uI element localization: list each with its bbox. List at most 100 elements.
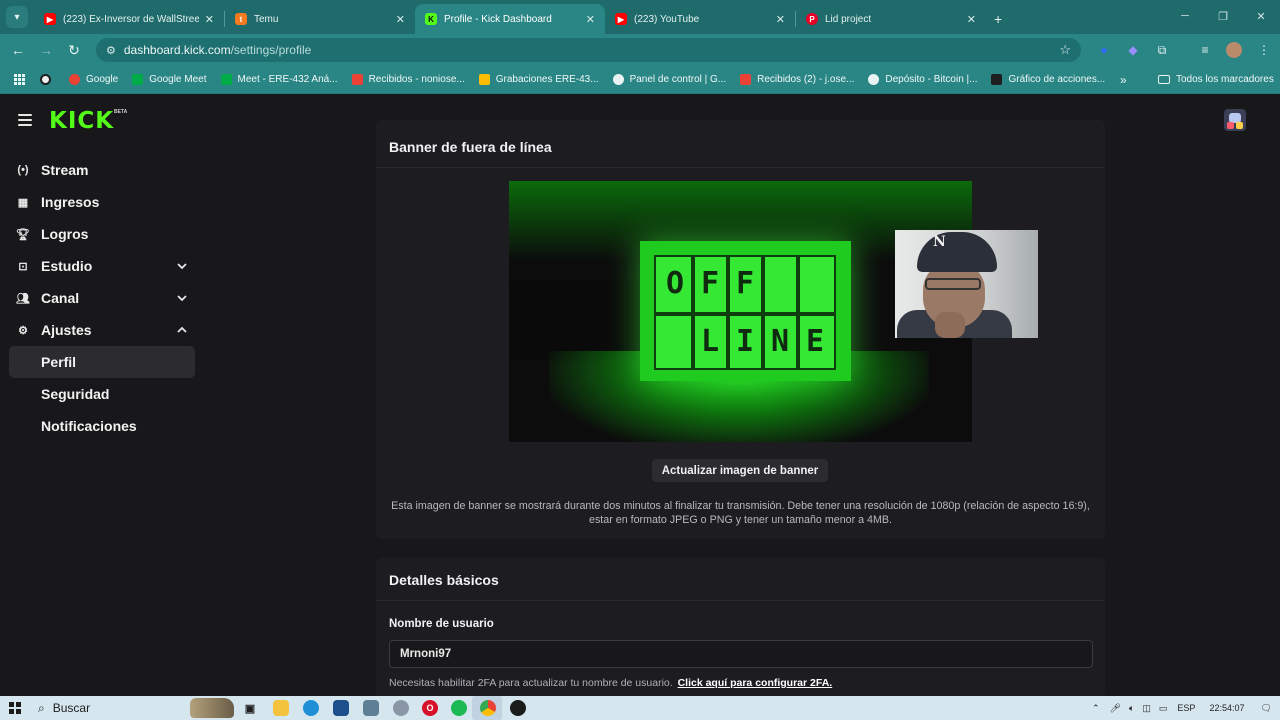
cap-logo: N: [933, 234, 946, 250]
bookmark-item[interactable]: Google Meet: [132, 74, 207, 85]
edge-icon[interactable]: [303, 700, 319, 716]
tray-expand-icon[interactable]: ⌃: [1092, 703, 1100, 714]
reload-icon[interactable]: ↻: [60, 36, 88, 64]
browser-tab[interactable]: P Lid project ✕: [796, 4, 986, 34]
configure-2fa-link[interactable]: Click aquí para configurar 2FA.: [678, 677, 833, 689]
media-control-icon[interactable]: ≡: [1197, 42, 1213, 58]
site-info-icon[interactable]: ⚙: [106, 44, 116, 57]
bookmark-label: Google: [86, 74, 119, 85]
extension-icon[interactable]: ◆: [1125, 42, 1141, 58]
obs-icon[interactable]: [510, 700, 526, 716]
sidebar-item-ingresos[interactable]: ▦ Ingresos: [0, 186, 205, 218]
all-bookmarks-button[interactable]: Todos los marcadores: [1158, 74, 1274, 85]
bookmark-label: Recibidos - noniose...: [368, 74, 465, 85]
close-icon[interactable]: ✕: [586, 13, 595, 26]
file-explorer-icon[interactable]: [273, 700, 289, 716]
extension-shield-icon[interactable]: ●: [1096, 42, 1112, 58]
browser-tab-active[interactable]: K Profile - Kick Dashboard ✕: [415, 4, 605, 34]
search-highlight-image: [190, 698, 234, 718]
close-icon[interactable]: ✕: [967, 13, 976, 26]
bookmark-item[interactable]: Recibidos - noniose...: [351, 74, 465, 85]
investing-icon: [991, 74, 1003, 85]
temu-icon: t: [235, 13, 247, 25]
sidebar-item-seguridad[interactable]: Seguridad: [0, 378, 205, 410]
sidebar-item-perfil[interactable]: Perfil: [9, 346, 195, 378]
sign-letter: [659, 319, 691, 363]
bookmark-star-icon[interactable]: ☆: [1059, 42, 1071, 58]
close-icon[interactable]: ✕: [205, 13, 214, 26]
more-menu-icon[interactable]: ⋮: [1256, 42, 1272, 58]
username-label: Nombre de usuario: [389, 618, 494, 630]
app-icon[interactable]: [393, 700, 409, 716]
store-icon[interactable]: [333, 700, 349, 716]
volume-icon[interactable]: 🔈︎: [1129, 703, 1134, 714]
chevron-up-icon[interactable]: [176, 324, 188, 336]
meet-icon: [132, 74, 144, 85]
bookmark-item[interactable]: Gráfico de acciones...: [991, 74, 1105, 85]
bookmarks-overflow-button[interactable]: »: [1120, 73, 1127, 87]
sign-letter: I: [735, 323, 755, 359]
network-icon[interactable]: ◫: [1142, 703, 1151, 714]
photos-icon[interactable]: [363, 700, 379, 716]
back-icon[interactable]: ←: [4, 36, 32, 64]
microphone-icon[interactable]: 🎤︎: [1110, 703, 1121, 714]
sign-letter: F: [735, 265, 755, 301]
battery-icon[interactable]: ▭: [1159, 703, 1168, 714]
sidebar-item-label: Canal: [41, 290, 80, 306]
bookmark-label: Panel de control | G...: [629, 74, 727, 85]
browser-toolbar: ← → ↻ ⚙ dashboard.kick.com/settings/prof…: [0, 34, 1280, 66]
bookmark-item[interactable]: [40, 74, 57, 85]
address-bar[interactable]: ⚙ dashboard.kick.com/settings/profile ☆: [96, 38, 1081, 62]
tab-search-button[interactable]: ▾: [6, 6, 28, 28]
bookmark-label: Grabaciones ERE-43...: [495, 74, 599, 85]
user-avatar[interactable]: [1224, 109, 1246, 131]
task-view-icon[interactable]: ▣: [242, 700, 258, 716]
clock[interactable]: 22:54:07: [1209, 703, 1244, 713]
sidebar-item-ajustes[interactable]: ⚙ Ajustes: [0, 314, 205, 346]
sidebar-item-stream[interactable]: (•) Stream: [0, 154, 205, 186]
forward-icon[interactable]: →: [32, 36, 60, 64]
sidebar-item-estudio[interactable]: ⊡ Estudio: [0, 250, 205, 282]
profile-avatar-icon[interactable]: [1226, 42, 1242, 58]
offline-sign: O F F L I N E: [640, 241, 851, 381]
chrome-icon[interactable]: [480, 700, 496, 716]
bookmark-item[interactable]: Depósito - Bitcoin |...: [868, 74, 977, 85]
sidebar-item-notificaciones[interactable]: Notificaciones: [0, 410, 205, 442]
sidebar-item-logros[interactable]: 🏆︎ Logros: [0, 218, 205, 250]
close-window-icon[interactable]: ✕: [1242, 0, 1280, 32]
sidebar-item-label: Logros: [41, 226, 89, 242]
minimize-icon[interactable]: ─: [1166, 0, 1204, 32]
sidebar-item-canal[interactable]: 👥︎ Canal: [0, 282, 205, 314]
kick-logo[interactable]: KICK: [49, 109, 114, 133]
browser-tab[interactable]: ▶ (223) YouTube ✕: [605, 4, 795, 34]
bookmark-item[interactable]: Grabaciones ERE-43...: [478, 74, 599, 85]
notifications-icon[interactable]: 🗨︎: [1260, 703, 1271, 714]
bookmark-item[interactable]: Meet - ERE-432 Aná...: [220, 74, 338, 85]
browser-tab[interactable]: ▶ (223) Ex-Inversor de WallStreet ✕: [34, 4, 224, 34]
new-tab-button[interactable]: +: [994, 11, 1002, 27]
close-icon[interactable]: ✕: [396, 13, 405, 26]
chevron-down-icon[interactable]: [176, 260, 188, 272]
apps-grid-icon[interactable]: [14, 73, 26, 86]
opera-icon[interactable]: O: [422, 700, 438, 716]
start-button[interactable]: [0, 696, 30, 720]
hamburger-menu-icon[interactable]: [18, 114, 32, 126]
chevron-down-icon[interactable]: [176, 292, 188, 304]
username-field[interactable]: Mrnoni97: [389, 640, 1093, 668]
close-icon[interactable]: ✕: [776, 13, 785, 26]
maximize-icon[interactable]: ❐: [1204, 0, 1242, 32]
sign-divider: [691, 257, 695, 368]
bookmark-item[interactable]: Panel de control | G...: [612, 74, 727, 85]
sign-divider: [761, 257, 765, 368]
bookmark-item[interactable]: Recibidos (2) - j.ose...: [740, 74, 854, 85]
bookmark-item[interactable]: Google: [69, 74, 118, 85]
language-indicator[interactable]: ESP: [1177, 703, 1195, 713]
meet-icon: [220, 74, 232, 85]
update-banner-button[interactable]: Actualizar imagen de banner: [652, 459, 828, 482]
beta-badge: BETA: [114, 109, 128, 115]
puzzle-icon[interactable]: ⧉: [1154, 42, 1170, 58]
webcam-overlay: N: [895, 230, 1038, 338]
spotify-icon[interactable]: [451, 700, 467, 716]
broadcast-icon: (•): [17, 164, 29, 176]
browser-tab[interactable]: t Temu ✕: [225, 4, 415, 34]
